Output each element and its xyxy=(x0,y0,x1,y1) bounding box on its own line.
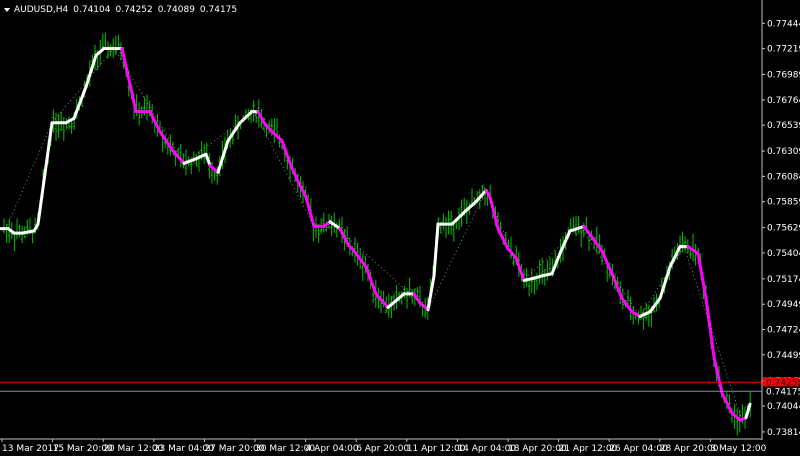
price-tick-label: 0.76084 xyxy=(767,172,800,182)
indicator-segment-down xyxy=(120,47,130,77)
price-tick-label: 0.74499 xyxy=(767,351,800,361)
price-tick-label: 0.74724 xyxy=(767,326,800,336)
price-chart[interactable]: 0.77444 0.77219 0.76989 0.76764 0.76539 0.763… xyxy=(0,0,800,456)
indicator-segment-down xyxy=(288,161,300,183)
price-tick-label: 0.75629 xyxy=(767,224,800,234)
indicator-segment-up xyxy=(72,85,88,120)
price-tick-label: 0.76764 xyxy=(767,96,800,106)
indicator-segment-up xyxy=(744,402,752,420)
price-tick-label: 0.76539 xyxy=(767,121,800,131)
indicator-segment-down xyxy=(592,238,604,253)
price-tick-label: 0.74044 xyxy=(767,402,800,412)
indicator-layer xyxy=(0,47,752,422)
time-tick-label: 13 Mar 2017 xyxy=(2,444,59,454)
indicator-segment-down xyxy=(280,139,292,165)
indicator-segment-down xyxy=(506,247,518,260)
axes-layer: 0.77444 0.77219 0.76989 0.76764 0.76539 0.763… xyxy=(0,0,800,454)
price-tick-label: 0.77444 xyxy=(767,19,800,29)
price-tick-label: 0.73814 xyxy=(767,428,800,438)
price-tick-label: 0.76309 xyxy=(767,147,800,157)
price-tick-label: 0.75859 xyxy=(767,198,800,208)
candles-layer xyxy=(2,32,752,436)
price-tick-label: 0.76989 xyxy=(767,71,800,81)
time-tick-label: 4 Apr 04:00 xyxy=(306,444,359,454)
zigzag-line xyxy=(5,47,743,421)
price-lines-layer xyxy=(0,381,762,392)
bid-price-tag: 0.74175 xyxy=(766,387,800,397)
time-tick-label: 6 Apr 20:00 xyxy=(356,444,409,454)
indicator-segment-up xyxy=(426,274,436,312)
indicator-segment-up xyxy=(432,222,440,278)
indicator-segment-down xyxy=(696,251,708,300)
price-tick-label: 0.74949 xyxy=(767,300,800,310)
price-tick-label: 0.75174 xyxy=(767,275,800,285)
indicator-segment-down xyxy=(296,179,308,199)
indicator-segment-up xyxy=(394,292,406,303)
indicator-segment-up xyxy=(648,296,662,314)
price-tick-label: 0.75404 xyxy=(767,249,800,259)
indicator-segment-down xyxy=(514,256,526,282)
indicator-segment-up xyxy=(558,229,572,255)
indicator-segment-up xyxy=(36,121,54,226)
indicator-segment-up xyxy=(84,53,98,89)
indicator-segment-up xyxy=(568,224,586,233)
indicator-segment-up xyxy=(550,251,562,276)
price-tick-label: 0.77219 xyxy=(767,45,800,55)
indicator-segment-down xyxy=(712,355,724,395)
indicator-segment-down xyxy=(730,411,742,422)
indicator-segment-down xyxy=(304,195,316,228)
indicator-segment-down xyxy=(704,296,716,359)
time-tick-label: 3 May 12:00 xyxy=(710,444,766,454)
